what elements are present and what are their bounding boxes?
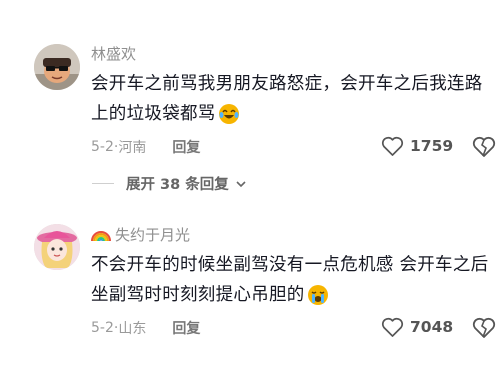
reply-button[interactable]: 回复 xyxy=(172,318,200,338)
username[interactable]: 林盛欢 xyxy=(91,45,136,63)
broken-heart-icon xyxy=(472,317,496,338)
heart-icon xyxy=(381,317,404,337)
crying-emoji xyxy=(307,284,329,306)
like-button[interactable]: 7048 xyxy=(381,317,453,337)
username[interactable]: 失约于月光 xyxy=(91,226,190,244)
reply-button[interactable]: 回复 xyxy=(172,137,200,157)
broken-heart-icon xyxy=(472,136,496,157)
laugh-cry-emoji xyxy=(218,103,240,125)
heart-icon xyxy=(381,136,404,156)
comment-date: 5-2 xyxy=(91,139,114,155)
username-label: 失约于月光 xyxy=(115,226,191,244)
like-count: 1759 xyxy=(410,137,454,155)
avatar[interactable] xyxy=(34,224,80,270)
like-count: 7048 xyxy=(410,318,454,336)
comment-text: 会开车之前骂我男朋友路怒症，会开车之后我连路上的垃圾袋都骂 xyxy=(91,69,491,129)
avatar[interactable] xyxy=(34,44,80,90)
dislike-button[interactable] xyxy=(471,316,497,338)
comment-text: 不会开车的时候坐副驾没有一点危机感 会开车之后坐副驾时时刻刻提心吊胆的 xyxy=(91,250,491,310)
expand-replies-label: 展开 38 条回复 xyxy=(126,177,229,193)
comment-location: 山东 xyxy=(118,321,147,337)
chevron-down-icon xyxy=(236,180,246,187)
comment-body: 不会开车的时候坐副驾没有一点危机感 会开车之后坐副驾时时刻刻提心吊胆的 xyxy=(91,255,489,305)
comment-meta: 5-2 · 河南 回复 xyxy=(91,137,201,157)
comment-body: 会开车之前骂我男朋友路怒症，会开车之后我连路上的垃圾袋都骂 xyxy=(91,74,483,124)
like-button[interactable]: 1759 xyxy=(381,136,453,156)
comment-location: 河南 xyxy=(118,140,147,156)
comment-date: 5-2 xyxy=(91,320,114,336)
rainbow-icon xyxy=(91,231,111,242)
dislike-button[interactable] xyxy=(471,135,497,157)
expand-replies-button[interactable]: 展开 38 条回复 xyxy=(92,173,247,194)
divider-line xyxy=(92,183,114,184)
comment-meta: 5-2 · 山东 回复 xyxy=(91,318,201,338)
